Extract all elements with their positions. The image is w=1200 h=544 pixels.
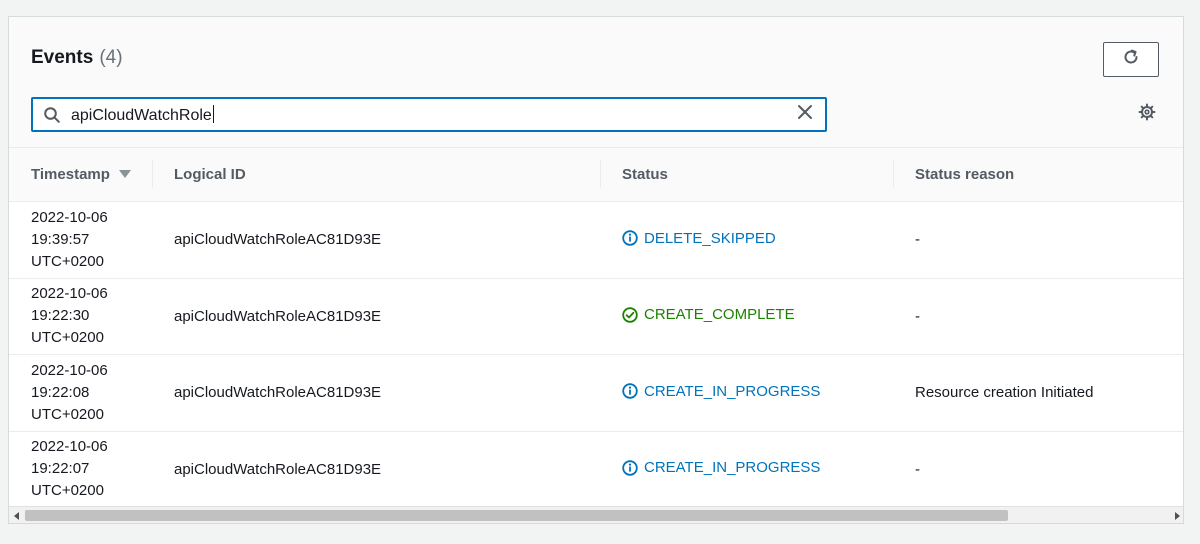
search-input[interactable]: apiCloudWatchRole: [31, 97, 827, 132]
timestamp-cell: 2022-10-06 19:39:57 UTC+0200: [9, 202, 152, 279]
status-badge: CREATE_COMPLETE: [622, 306, 795, 323]
column-label: Status: [622, 166, 668, 183]
events-table: Timestamp Logical ID Status Status reaso…: [9, 147, 1183, 508]
page-title: Events (4): [31, 47, 123, 69]
timestamp-zone: UTC+0200: [31, 405, 104, 423]
timestamp-cell: 2022-10-06 19:22:07 UTC+0200: [9, 431, 152, 508]
table-row: 2022-10-06 19:22:30 UTC+0200 apiCloudWat…: [9, 278, 1183, 355]
timestamp-time: 19:39:57: [31, 230, 90, 248]
table-row: 2022-10-06 19:22:07 UTC+0200 apiCloudWat…: [9, 431, 1183, 508]
logical-id-cell: apiCloudWatchRoleAC81D93E: [174, 307, 382, 325]
search-icon: [33, 99, 71, 130]
preferences-button[interactable]: [1135, 102, 1159, 126]
info-icon: [622, 459, 638, 476]
scroll-left-arrow-icon[interactable]: [11, 510, 23, 522]
horizontal-scrollbar[interactable]: [9, 506, 1183, 523]
timestamp-time: 19:22:07: [31, 460, 90, 478]
status-badge: CREATE_IN_PROGRESS: [622, 459, 820, 476]
status-text: CREATE_COMPLETE: [644, 306, 795, 323]
logical-id-cell: apiCloudWatchRoleAC81D93E: [174, 384, 382, 402]
column-label: Timestamp: [31, 166, 110, 183]
status-reason-cell: -: [915, 307, 920, 325]
events-panel: Events (4) apiCloudWatchRole Timestamp L…: [8, 16, 1184, 524]
column-divider: [600, 160, 601, 188]
timestamp-zone: UTC+0200: [31, 482, 104, 500]
sort-descending-icon: [118, 166, 131, 183]
status-cell: DELETE_SKIPPED: [600, 202, 893, 279]
column-label: Logical ID: [174, 166, 246, 183]
table-row: 2022-10-06 19:22:08 UTC+0200 apiCloudWat…: [9, 355, 1183, 432]
column-divider: [152, 160, 153, 188]
refresh-button[interactable]: [1103, 42, 1159, 77]
column-header-logical-id[interactable]: Logical ID: [152, 147, 600, 202]
status-reason-cell: -: [915, 460, 920, 478]
close-icon: [797, 104, 813, 125]
events-title: Events: [31, 47, 94, 68]
status-text: CREATE_IN_PROGRESS: [644, 459, 821, 476]
clear-search-button[interactable]: [785, 99, 825, 130]
timestamp-zone: UTC+0200: [31, 329, 104, 347]
status-cell: CREATE_IN_PROGRESS: [600, 355, 893, 432]
timestamp-time: 19:22:30: [31, 307, 90, 325]
timestamp-date: 2022-10-06: [31, 208, 108, 226]
timestamp-zone: UTC+0200: [31, 252, 104, 270]
status-badge: DELETE_SKIPPED: [622, 230, 776, 247]
column-label: Status reason: [915, 166, 1015, 183]
info-icon: [622, 230, 638, 246]
logical-id-cell: apiCloudWatchRoleAC81D93E: [174, 460, 382, 478]
table-header-row: Timestamp Logical ID Status Status reaso…: [9, 147, 1183, 202]
events-count: (4): [99, 47, 123, 68]
column-header-timestamp[interactable]: Timestamp: [9, 147, 152, 202]
table-row: 2022-10-06 19:39:57 UTC+0200 apiCloudWat…: [9, 202, 1183, 279]
status-reason-cell: -: [915, 231, 920, 249]
status-text: DELETE_SKIPPED: [644, 229, 776, 247]
timestamp-date: 2022-10-06: [31, 285, 108, 303]
timestamp-cell: 2022-10-06 19:22:30 UTC+0200: [9, 278, 152, 355]
status-badge: CREATE_IN_PROGRESS: [622, 383, 820, 400]
gear-icon: [1138, 103, 1156, 126]
events-header: Events (4) apiCloudWatchRole: [9, 17, 1183, 147]
timestamp-time: 19:22:08: [31, 383, 90, 401]
timestamp-date: 2022-10-06: [31, 361, 108, 379]
scroll-right-arrow-icon[interactable]: [1171, 510, 1183, 522]
column-header-status[interactable]: Status: [600, 147, 893, 202]
column-header-status-reason[interactable]: Status reason: [893, 147, 1183, 202]
status-cell: CREATE_COMPLETE: [600, 278, 893, 355]
info-icon: [622, 383, 638, 399]
status-cell: CREATE_IN_PROGRESS: [600, 431, 893, 508]
timestamp-cell: 2022-10-06 19:22:08 UTC+0200: [9, 355, 152, 432]
timestamp-date: 2022-10-06: [31, 438, 108, 456]
column-divider: [893, 160, 894, 188]
logical-id-cell: apiCloudWatchRoleAC81D93E: [174, 231, 382, 249]
status-reason-cell: Resource creation Initiated: [915, 384, 1094, 402]
refresh-icon: [1122, 48, 1140, 71]
check-circle-icon: [622, 306, 638, 323]
search-value[interactable]: apiCloudWatchRole: [71, 105, 785, 125]
status-text: CREATE_IN_PROGRESS: [644, 382, 821, 400]
scrollbar-thumb[interactable]: [25, 510, 1008, 521]
